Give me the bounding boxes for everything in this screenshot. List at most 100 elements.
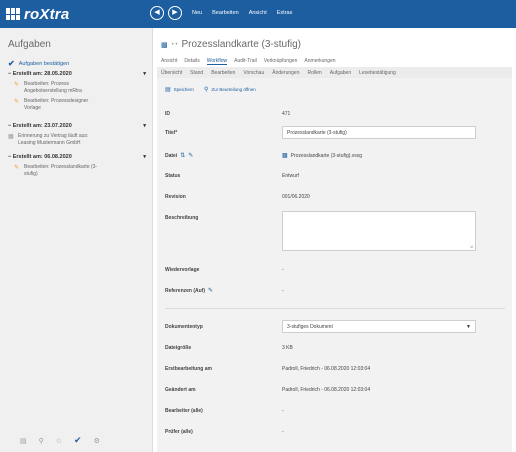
field-value: Entwurf	[282, 173, 299, 179]
field-label: Bearbeiter (alle)	[165, 408, 203, 414]
resize-grip-icon[interactable]: ⇲	[470, 244, 473, 249]
confirm-tasks-label: Aufgaben bestätigen	[18, 60, 70, 67]
top-menu: Neu Bearbeiten Ansicht Extras	[192, 10, 302, 16]
field-label: Revision	[165, 194, 186, 200]
document-header: ▩ • • Prozesslandkarte (3-stufig)	[161, 39, 301, 50]
field-description: Beschreibung ⇲	[165, 211, 485, 251]
doctype-select[interactable]: 3-stufiges Dokument ▼	[282, 320, 476, 333]
task-item-line: stufig)	[24, 170, 38, 177]
top-bar: roXtra ◀ ▶ Neu Bearbeiten Ansicht Extras	[0, 0, 516, 28]
chevron-down-icon[interactable]: ▾	[143, 123, 146, 129]
pencil-icon[interactable]: ✎	[188, 152, 193, 159]
task-item[interactable]: ▦ Erinnerung zu Vertrag läuft aus: Leasi…	[8, 133, 146, 146]
tab-tasks[interactable]: Aufgaben	[330, 70, 351, 76]
references-edit-icon[interactable]: ✎	[208, 287, 213, 294]
edit-icon: ✎	[14, 165, 20, 171]
task-item[interactable]: ✎ Bearbeiten: Prozess Angebotserstellung…	[8, 81, 146, 94]
document-pane: ▩ • • Prozesslandkarte (3-stufig) Ansich…	[153, 28, 516, 452]
menu-edit[interactable]: Bearbeiten	[212, 10, 239, 16]
workflow-panel: ▤ Speichern ⚲ Zur Beurteilung öffnen ID …	[157, 78, 512, 452]
tab-workflow[interactable]: Workflow	[206, 58, 228, 65]
menu-view[interactable]: Ansicht	[249, 10, 267, 16]
task-item-line: Angebotserstellung mRtra	[24, 87, 82, 94]
file-link[interactable]: ▩ Prozesslandkarte (3-stufig).vsxg	[282, 152, 363, 160]
file-label: Datei	[165, 152, 178, 159]
field-editors: Bearbeiter (alle) -	[165, 408, 485, 414]
save-label: Speichern	[173, 87, 194, 92]
field-label: Beschreibung	[165, 215, 199, 221]
edit-icon: ✎	[14, 99, 20, 105]
doctype-selected: 3-stufiges Dokument	[287, 323, 333, 330]
field-title: Titel* Prozesslandkarte (3-stufig)	[165, 126, 485, 139]
tab-view[interactable]: Ansicht	[161, 58, 177, 65]
app-logo[interactable]: roXtra	[6, 5, 136, 23]
field-created: Erstbearbeitung am Padroll, Friedrich - …	[165, 366, 485, 372]
sidebar-title: Aufgaben	[8, 39, 51, 50]
field-label: Erstbearbeitung am	[165, 366, 212, 372]
description-textarea[interactable]: ⇲	[282, 211, 476, 251]
field-label: Referenzen (Auf) ✎	[165, 287, 282, 295]
tab-overview[interactable]: Übersicht	[161, 70, 182, 76]
save-icon: ▤	[165, 87, 171, 93]
document-title: Prozesslandkarte (3-stufig)	[181, 39, 302, 50]
task-item-line: Bearbeiten: Prozessdesigner	[24, 98, 89, 104]
open-for-review-label: Zur Beurteilung öffnen	[211, 87, 256, 92]
file-icon: ▩	[282, 153, 288, 159]
tab-changes[interactable]: Änderungen	[272, 70, 299, 76]
task-item[interactable]: ✎ Bearbeiten: Prozessdesigner Vorlage	[8, 98, 146, 111]
menu-extras[interactable]: Extras	[277, 10, 293, 16]
menu-new[interactable]: Neu	[192, 10, 202, 16]
field-status: Status Entwurf	[165, 173, 485, 179]
field-label: Dateigröße	[165, 345, 192, 351]
tab-preview[interactable]: Vorschau	[243, 70, 264, 76]
section-divider	[165, 308, 505, 309]
field-label: Dokumententyp	[165, 323, 203, 330]
tab-stand[interactable]: Stand	[190, 70, 203, 76]
tab-details[interactable]: Details	[184, 58, 199, 65]
app-name: roXtra	[24, 5, 70, 23]
open-for-review-button[interactable]: ⚲ Zur Beurteilung öffnen	[204, 86, 256, 93]
task-group-header[interactable]: − Erstellt am: 06.08.2020 ▾	[8, 154, 146, 160]
forward-icon[interactable]: ▶	[168, 6, 182, 20]
file-name: Prozesslandkarte (3-stufig).vsxg	[290, 152, 363, 159]
field-references: Referenzen (Auf) ✎ -	[165, 287, 485, 295]
task-group: − Erstellt am: 28.05.2020 ▾ ✎ Bearbeiten…	[8, 71, 146, 111]
tab-read-confirmation[interactable]: Lesebestätigung	[359, 70, 396, 76]
edit-icon: ✎	[14, 82, 20, 88]
tab-edit[interactable]: Bearbeiten	[211, 70, 235, 76]
chevron-down-icon[interactable]: ▾	[143, 71, 146, 77]
back-icon[interactable]: ◀	[150, 6, 164, 20]
field-revision: Revision 001/06.2020	[165, 194, 485, 200]
field-reviewers: Prüfer (alle) -	[165, 429, 485, 435]
list-icon[interactable]: ▤	[20, 437, 27, 445]
field-label: Datei ⇅ ✎	[165, 152, 282, 160]
field-value: 001/06.2020	[282, 194, 310, 200]
field-label: Wiedervorlage	[165, 267, 200, 273]
save-button[interactable]: ▤ Speichern	[165, 86, 194, 93]
task-group-header[interactable]: − Erstellt am: 28.05.2020 ▾	[8, 71, 146, 77]
nav-buttons: ◀ ▶ Neu Bearbeiten Ansicht Extras	[150, 6, 302, 20]
upload-icon[interactable]: ⇅	[180, 152, 185, 159]
tab-audit-trail[interactable]: Audit-Trail	[234, 58, 257, 65]
field-file: Datei ⇅ ✎ ▩ Prozesslandkarte (3-stufig).…	[165, 152, 485, 160]
settings-icon[interactable]: ⚙	[94, 437, 100, 445]
tab-roles[interactable]: Rollen	[308, 70, 322, 76]
tab-notes[interactable]: Anmerkungen	[304, 58, 335, 65]
breadcrumb-dots-icon[interactable]: • •	[172, 42, 178, 48]
tasks-icon[interactable]: ✔	[74, 435, 82, 446]
field-label: ID	[165, 111, 170, 117]
checkmark-icon: ✔	[8, 59, 15, 68]
title-input[interactable]: Prozesslandkarte (3-stufig)	[282, 126, 476, 139]
confirm-tasks-link[interactable]: ✔ Aufgaben bestätigen	[8, 59, 69, 68]
task-item-line: Bearbeiten: Prozesslandkarte (3-	[24, 164, 98, 170]
tab-links[interactable]: Verknüpfungen	[264, 58, 298, 65]
task-item[interactable]: ✎ Bearbeiten: Prozesslandkarte (3- stufi…	[8, 164, 146, 177]
star-icon[interactable]: ☆	[56, 437, 62, 445]
field-value: -	[282, 429, 284, 435]
document-icon: ▩	[161, 41, 168, 49]
task-group: − Erstellt am: 06.08.2020 ▾ ✎ Bearbeiten…	[8, 154, 146, 177]
task-group-header[interactable]: − Erstellt am: 23.07.2020 ▾	[8, 123, 146, 129]
chevron-down-icon[interactable]: ▾	[143, 154, 146, 160]
search-icon[interactable]: ⚲	[39, 437, 44, 445]
field-label: Titel*	[165, 129, 178, 136]
